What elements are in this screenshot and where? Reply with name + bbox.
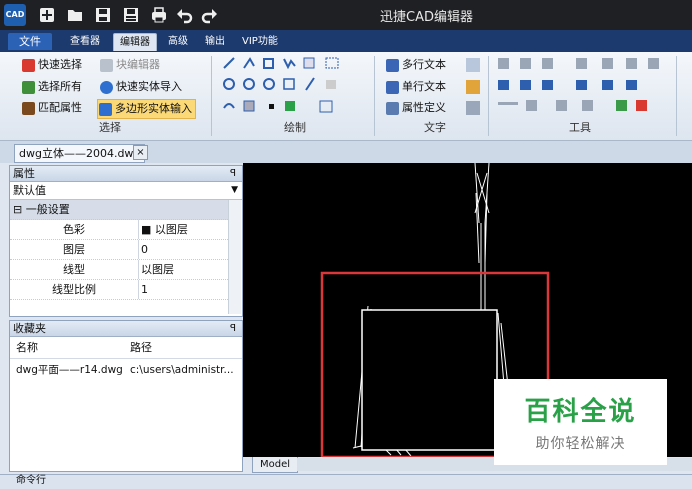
polygon-entity-input-button[interactable]: 多边形实体输入 bbox=[97, 99, 196, 119]
favorite-item-name[interactable]: dwg平面——r14.dwg bbox=[16, 361, 123, 379]
menu-bar: 文件 查看器 编辑器 高级 输出 VIP功能 bbox=[0, 30, 692, 52]
property-value[interactable]: 1 bbox=[138, 280, 148, 299]
brush-icon bbox=[22, 101, 35, 115]
favorites-panel: 收藏夹 ꟼ 名称 路径 dwg平面——r14.dwg c:\users\admi… bbox=[9, 320, 243, 472]
command-line-bar bbox=[0, 474, 692, 489]
ribbon-separator bbox=[374, 56, 375, 136]
single-line-text-label: 单行文本 bbox=[402, 80, 446, 93]
attribute-define-button[interactable]: 属性定义 bbox=[386, 99, 446, 117]
properties-title: 属性 bbox=[13, 167, 35, 180]
property-category-label: ⊟ 一般设置 bbox=[13, 203, 70, 216]
tab-file[interactable]: 文件 bbox=[8, 33, 52, 50]
tab-output[interactable]: 输出 bbox=[199, 33, 231, 50]
property-value[interactable]: 以图层 bbox=[138, 260, 174, 279]
plus-icon bbox=[100, 80, 113, 94]
property-row[interactable]: 色彩 ■ 以图层 bbox=[10, 220, 228, 240]
match-properties-label: 匹配属性 bbox=[38, 101, 82, 114]
save-icon[interactable] bbox=[94, 6, 112, 24]
group-label-text: 文字 bbox=[424, 121, 446, 134]
chevron-down-icon[interactable]: ▼ bbox=[231, 182, 238, 199]
watermark-title: 百科全说 bbox=[524, 397, 637, 427]
divider bbox=[10, 358, 242, 359]
command-line-label: 命令行 bbox=[16, 475, 46, 486]
watermark-subtitle: 助你轻松解决 bbox=[535, 436, 626, 452]
attribute-define-icon bbox=[386, 101, 399, 115]
quick-entity-import-label: 快速实体导入 bbox=[116, 80, 182, 93]
ribbon: 快速选择 块编辑器 选择所有 快速实体导入 匹配属性 多边形实体输入 选择 绘制… bbox=[0, 52, 692, 141]
favorites-title: 收藏夹 bbox=[13, 322, 46, 335]
group-label-draw: 绘制 bbox=[284, 121, 306, 134]
app-logo-icon[interactable]: CAD bbox=[4, 4, 26, 26]
watermark: 百科全说 助你轻松解决 bbox=[494, 379, 667, 465]
tab-vip[interactable]: VIP功能 bbox=[236, 33, 284, 50]
close-icon[interactable]: × bbox=[133, 145, 148, 160]
properties-selector[interactable]: 默认值 ▼ bbox=[10, 182, 242, 200]
document-tab-bar: dwg立体——2004.dwg × bbox=[0, 141, 692, 163]
match-properties-button[interactable]: 匹配属性 bbox=[22, 99, 82, 117]
select-all-icon bbox=[22, 80, 35, 94]
window-title: 迅捷CAD编辑器 bbox=[380, 10, 473, 25]
quick-select-icon bbox=[22, 58, 35, 72]
pin-icon[interactable]: ꟼ bbox=[230, 166, 236, 181]
multiline-text-button[interactable]: 多行文本 bbox=[386, 56, 446, 74]
property-row[interactable]: 线型 以图层 bbox=[10, 260, 228, 280]
properties-selector-value: 默认值 bbox=[13, 184, 46, 197]
group-label-select: 选择 bbox=[99, 121, 121, 134]
property-name: 色彩 bbox=[63, 223, 85, 236]
property-value[interactable]: ■ 以图层 bbox=[138, 220, 188, 239]
draw-tools-icons[interactable] bbox=[222, 56, 362, 116]
property-category[interactable]: ⊟ 一般设置 bbox=[10, 200, 228, 220]
print-icon[interactable] bbox=[150, 6, 168, 24]
polygon-icon bbox=[99, 102, 112, 116]
favorites-column-path[interactable]: 路径 bbox=[130, 339, 152, 357]
block-editor-button[interactable]: 块编辑器 bbox=[100, 56, 160, 74]
multiline-text-label: 多行文本 bbox=[402, 58, 446, 71]
redo-icon[interactable] bbox=[200, 6, 218, 24]
property-name: 图层 bbox=[63, 243, 85, 256]
property-name: 线型比例 bbox=[52, 283, 96, 296]
text-edit-icon[interactable] bbox=[466, 80, 480, 94]
tab-advanced[interactable]: 高级 bbox=[162, 33, 194, 50]
tools-icons[interactable] bbox=[496, 56, 676, 116]
block-editor-label: 块编辑器 bbox=[116, 58, 160, 71]
single-line-text-icon bbox=[386, 80, 399, 94]
quick-select-label: 快速选择 bbox=[38, 58, 82, 71]
favorite-item-path[interactable]: c:\users\administr... bbox=[130, 361, 234, 379]
group-label-tools: 工具 bbox=[569, 121, 591, 134]
ribbon-separator bbox=[676, 56, 677, 136]
open-folder-icon[interactable] bbox=[66, 6, 84, 24]
select-all-button[interactable]: 选择所有 bbox=[22, 78, 82, 96]
pin-icon[interactable]: ꟼ bbox=[230, 321, 236, 336]
text-field-icon[interactable] bbox=[466, 101, 480, 115]
property-row[interactable]: 线型比例 1 bbox=[10, 280, 228, 300]
polygon-entity-input-label: 多边形实体输入 bbox=[115, 102, 192, 115]
block-editor-icon bbox=[100, 58, 113, 72]
properties-panel: 属性 ꟼ 默认值 ▼ ⊟ 一般设置 色彩 ■ 以图层 图层 0 线型 以图层 线… bbox=[9, 165, 243, 317]
new-file-icon[interactable] bbox=[38, 6, 56, 24]
document-tab[interactable]: dwg立体——2004.dwg bbox=[14, 144, 146, 163]
multiline-text-icon bbox=[386, 58, 399, 72]
quick-select-button[interactable]: 快速选择 bbox=[22, 56, 82, 74]
title-bar: CAD 迅捷CAD编辑器 bbox=[0, 0, 692, 30]
property-name: 线型 bbox=[63, 263, 85, 276]
tab-editor[interactable]: 编辑器 bbox=[113, 33, 157, 51]
property-value[interactable]: 0 bbox=[138, 240, 148, 259]
single-line-text-button[interactable]: 单行文本 bbox=[386, 78, 446, 96]
ribbon-separator bbox=[211, 56, 212, 136]
properties-panel-header: 属性 ꟼ bbox=[10, 166, 242, 182]
text-style-icon[interactable] bbox=[466, 58, 480, 72]
quick-entity-import-button[interactable]: 快速实体导入 bbox=[100, 78, 182, 96]
attribute-define-label: 属性定义 bbox=[402, 101, 446, 114]
favorites-column-name[interactable]: 名称 bbox=[16, 339, 38, 357]
model-tab[interactable]: Model bbox=[252, 457, 298, 473]
undo-icon[interactable] bbox=[176, 6, 194, 24]
property-row[interactable]: 图层 0 bbox=[10, 240, 228, 260]
tab-viewer[interactable]: 查看器 bbox=[64, 33, 106, 50]
favorites-panel-header: 收藏夹 ꟼ bbox=[10, 321, 242, 337]
ribbon-separator bbox=[488, 56, 489, 136]
save-as-icon[interactable] bbox=[122, 6, 140, 24]
select-all-label: 选择所有 bbox=[38, 80, 82, 93]
properties-scrollbar[interactable] bbox=[228, 200, 241, 314]
